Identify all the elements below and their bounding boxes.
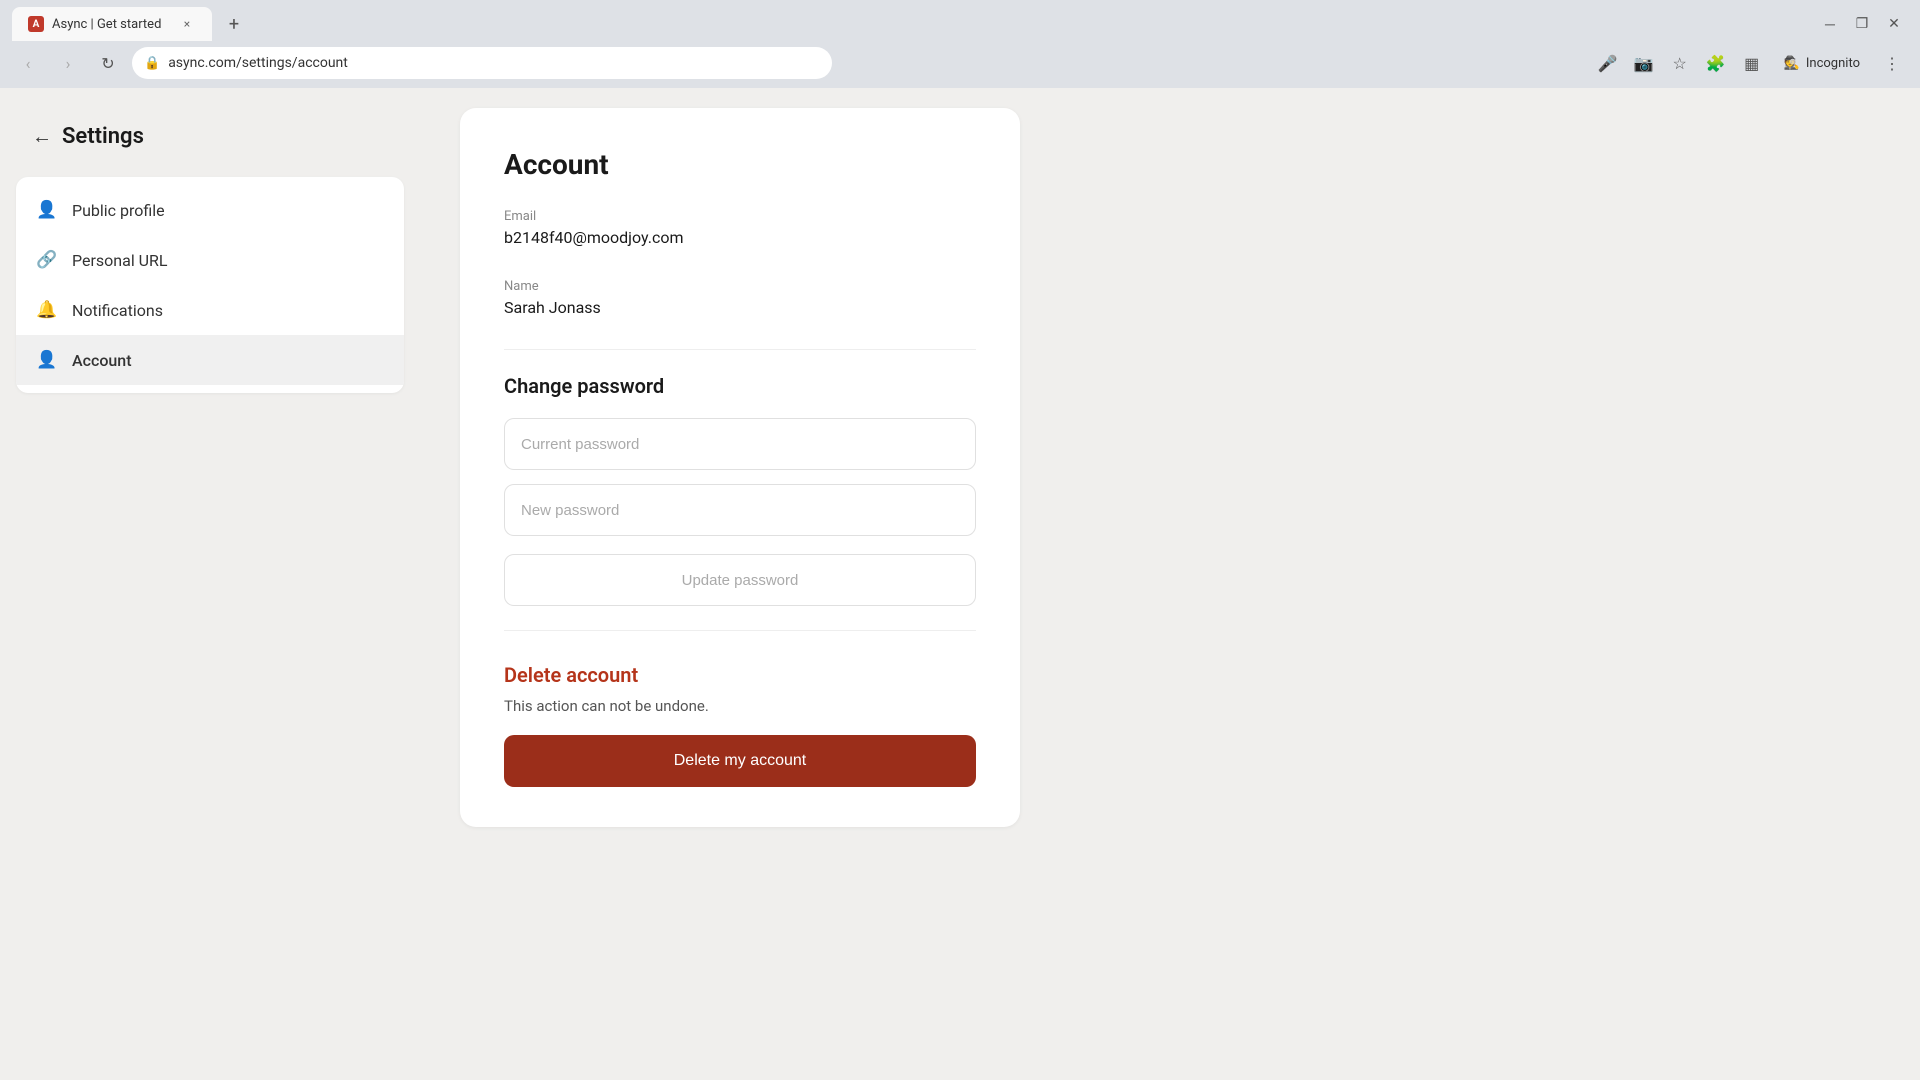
divider [504, 349, 976, 350]
update-password-button[interactable]: Update password [504, 554, 976, 606]
new-password-field [504, 484, 976, 536]
sidebar-item-label: Personal URL [72, 251, 168, 270]
delete-account-button[interactable]: Delete my account [504, 735, 976, 787]
page-content: ← Settings 👤 Public profile 🔗 Personal U… [0, 88, 1920, 1080]
account-icon: 👤 [36, 349, 58, 371]
name-section: Name Sarah Jonass [504, 279, 976, 317]
incognito-button[interactable]: 🕵 Incognito [1772, 52, 1872, 75]
sidebar-button[interactable]: ▦ [1736, 47, 1768, 79]
new-tab-button[interactable]: + [220, 10, 248, 38]
current-password-input[interactable] [504, 418, 976, 470]
change-password-section: Change password Update password [504, 374, 976, 606]
notifications-icon: 🔔 [36, 299, 58, 321]
chrome-menu-button[interactable]: ⋮ [1876, 47, 1908, 79]
title-bar: A Async | Get started × + ─ ❐ ✕ [0, 0, 1920, 40]
delete-account-title: Delete account [504, 663, 976, 687]
incognito-label: Incognito [1806, 56, 1860, 71]
email-value: b2148f40@moodjoy.com [504, 228, 976, 247]
window-controls: ─ ❐ ✕ [1816, 10, 1908, 38]
tab-favicon: A [28, 16, 44, 32]
sidebar-item-public-profile[interactable]: 👤 Public profile [16, 185, 404, 235]
incognito-icon: 🕵 [1784, 56, 1800, 71]
current-password-field [504, 418, 976, 470]
sidebar-item-account[interactable]: 👤 Account [16, 335, 404, 385]
personal-url-icon: 🔗 [36, 249, 58, 271]
name-value: Sarah Jonass [504, 298, 976, 317]
name-label: Name [504, 279, 976, 294]
new-password-input[interactable] [504, 484, 976, 536]
lock-icon: 🔒 [144, 56, 160, 71]
tab-close-button[interactable]: × [178, 15, 196, 33]
tab-title: Async | Get started [52, 17, 170, 32]
browser-chrome: A Async | Get started × + ─ ❐ ✕ ‹ › ↻ 🔒 … [0, 0, 1920, 88]
back-button[interactable]: ‹ [12, 47, 44, 79]
sidebar-title: Settings [62, 124, 144, 149]
main-content: Account Email b2148f40@moodjoy.com Name … [420, 88, 1920, 1080]
sidebar-item-label: Notifications [72, 301, 163, 320]
delete-account-section: Delete account This action can not be un… [504, 663, 976, 787]
back-icon: ← [32, 124, 52, 149]
close-button[interactable]: ✕ [1880, 10, 1908, 38]
sidebar-item-notifications[interactable]: 🔔 Notifications [16, 285, 404, 335]
sidebar-item-label: Public profile [72, 201, 165, 220]
restore-button[interactable]: ❐ [1848, 10, 1876, 38]
bookmark-button[interactable]: ☆ [1664, 47, 1696, 79]
sidebar-item-personal-url[interactable]: 🔗 Personal URL [16, 235, 404, 285]
divider-2 [504, 630, 976, 631]
minimize-button[interactable]: ─ [1816, 10, 1844, 38]
change-password-title: Change password [504, 374, 976, 398]
sidebar-nav: 👤 Public profile 🔗 Personal URL 🔔 Notifi… [16, 177, 404, 393]
sidebar: ← Settings 👤 Public profile 🔗 Personal U… [0, 88, 420, 1080]
forward-button[interactable]: › [52, 47, 84, 79]
sidebar-item-label: Account [72, 351, 132, 370]
camera-button[interactable]: 📷 [1628, 47, 1660, 79]
address-bar-row: ‹ › ↻ 🔒 async.com/settings/account 🎤 📷 ☆… [0, 40, 1920, 88]
reload-button[interactable]: ↻ [92, 47, 124, 79]
email-label: Email [504, 209, 976, 224]
address-bar[interactable]: 🔒 async.com/settings/account [132, 47, 832, 79]
page-title: Account [504, 148, 976, 181]
email-section: Email b2148f40@moodjoy.com [504, 209, 976, 247]
extensions-button[interactable]: 🧩 [1700, 47, 1732, 79]
url-text: async.com/settings/account [168, 55, 820, 71]
sidebar-header[interactable]: ← Settings [16, 112, 404, 161]
public-profile-icon: 👤 [36, 199, 58, 221]
browser-actions: 🎤 📷 ☆ 🧩 ▦ 🕵 Incognito ⋮ [1592, 47, 1908, 79]
browser-tab[interactable]: A Async | Get started × [12, 7, 212, 41]
delete-account-description: This action can not be undone. [504, 697, 976, 715]
mic-button[interactable]: 🎤 [1592, 47, 1624, 79]
content-card: Account Email b2148f40@moodjoy.com Name … [460, 108, 1020, 827]
